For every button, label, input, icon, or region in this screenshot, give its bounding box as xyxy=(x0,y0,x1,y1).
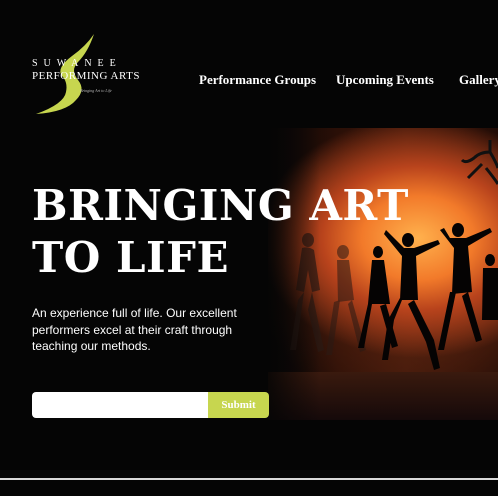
hero-description: An experience full of life. Our excellen… xyxy=(32,306,237,353)
headline-line-2: TO LIFE xyxy=(32,233,229,282)
headline-line-1: BRINGING ART xyxy=(32,181,409,230)
nav-item-gallery[interactable]: Gallery xyxy=(459,72,498,88)
chandelier-decoration xyxy=(460,140,498,185)
logo-line1: SUWANEE xyxy=(32,58,122,69)
nav-item-upcoming-events[interactable]: Upcoming Events xyxy=(336,72,434,88)
submit-button[interactable]: Submit xyxy=(208,392,269,418)
logo-line2: PERFORMING ARTS xyxy=(32,70,141,82)
hero-headline: BRINGING ART TO LIFE xyxy=(32,180,409,284)
signup-input[interactable] xyxy=(32,392,208,418)
site-logo[interactable]: SUWANEE PERFORMING ARTS Bringing Art to … xyxy=(28,30,140,116)
nav-item-performance-groups[interactable]: Performance Groups xyxy=(199,72,316,88)
logo-tagline: Bringing Art to Life xyxy=(80,88,112,93)
footer-divider xyxy=(0,478,498,480)
page: SUWANEE PERFORMING ARTS Bringing Art to … xyxy=(0,0,498,496)
